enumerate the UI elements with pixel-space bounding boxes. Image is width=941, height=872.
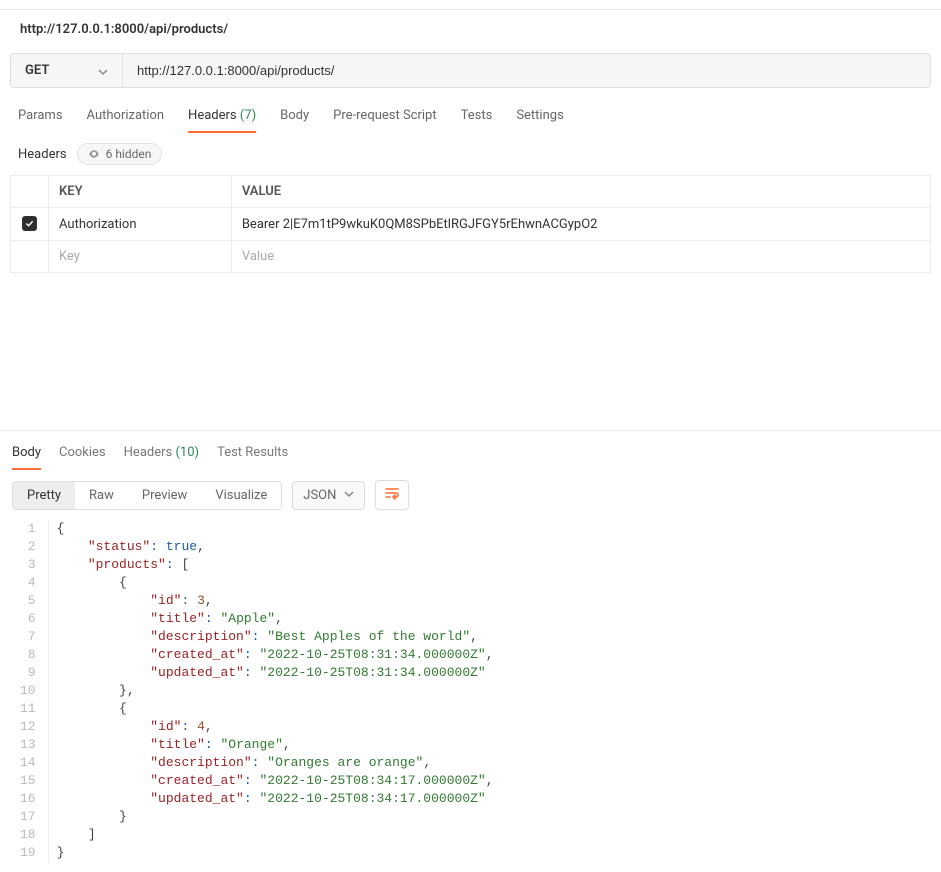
- line-numbers: 12345678910111213141516171819: [10, 520, 49, 862]
- header-value-cell[interactable]: Bearer 2|E7m1tP9wkuK0QM8SPbEtlRGJFGY5rEh…: [231, 208, 930, 241]
- row-checkbox-cell: [11, 208, 49, 241]
- tab-params[interactable]: Params: [18, 98, 63, 133]
- headers-label: Headers: [18, 147, 67, 162]
- tab-tests[interactable]: Tests: [461, 98, 493, 133]
- http-method-select[interactable]: GET: [11, 54, 123, 87]
- viewmode-visualize[interactable]: Visualize: [201, 482, 281, 509]
- header-key-cell[interactable]: Authorization: [49, 208, 232, 241]
- tab-body[interactable]: Body: [280, 98, 309, 133]
- http-method-value: GET: [25, 63, 49, 78]
- response-tabs: Body Cookies Headers (10) Test Results: [0, 431, 941, 470]
- headers-subheader: Headers 6 hidden: [0, 133, 941, 175]
- request-tabs: Params Authorization Headers (7) Body Pr…: [0, 98, 941, 133]
- response-body-viewer[interactable]: 12345678910111213141516171819 { "status"…: [0, 520, 941, 872]
- tab-headers-count: (7): [240, 108, 256, 123]
- header-key-placeholder[interactable]: Key: [49, 241, 232, 273]
- tab-response-headers[interactable]: Headers (10): [124, 441, 199, 470]
- request-url-input[interactable]: [123, 54, 930, 87]
- tab-authorization[interactable]: Authorization: [87, 98, 165, 133]
- col-value: VALUE: [231, 176, 930, 208]
- tab-response-test-results[interactable]: Test Results: [217, 441, 288, 470]
- col-checkbox: [11, 176, 49, 208]
- tab-headers-label: Headers: [188, 108, 237, 123]
- chevron-down-icon: [344, 488, 354, 503]
- request-response-divider: [0, 281, 941, 431]
- tab-response-body[interactable]: Body: [12, 441, 41, 470]
- tab-response-headers-count: (10): [175, 445, 199, 460]
- tab-response-headers-label: Headers: [124, 445, 173, 460]
- col-key: KEY: [49, 176, 232, 208]
- toggle-hidden-headers[interactable]: 6 hidden: [77, 143, 163, 165]
- request-title: http://127.0.0.1:8000/api/products/: [0, 10, 941, 49]
- hidden-headers-count: 6 hidden: [106, 147, 152, 161]
- header-value-placeholder[interactable]: Value: [231, 241, 930, 273]
- row-checkbox[interactable]: [22, 216, 37, 231]
- json-code: { "status": true, "products": [ { "id": …: [49, 520, 494, 862]
- tab-headers[interactable]: Headers (7): [188, 98, 256, 133]
- tab-pre-request-script[interactable]: Pre-request Script: [333, 98, 436, 133]
- tab-settings[interactable]: Settings: [516, 98, 563, 133]
- chevron-down-icon: [98, 66, 108, 76]
- viewmode-preview[interactable]: Preview: [128, 482, 201, 509]
- viewmode-pretty[interactable]: Pretty: [13, 482, 75, 509]
- wrap-icon: [384, 485, 400, 505]
- viewmode-raw[interactable]: Raw: [75, 482, 128, 509]
- table-row: Authorization Bearer 2|E7m1tP9wkuK0QM8SP…: [11, 208, 931, 241]
- wrap-lines-button[interactable]: [375, 480, 409, 510]
- eye-icon: [88, 148, 100, 160]
- table-row: Key Value: [11, 241, 931, 273]
- response-toolbar: Pretty Raw Preview Visualize JSON: [0, 470, 941, 520]
- response-format-select[interactable]: JSON: [292, 481, 365, 510]
- request-url-bar: GET: [10, 53, 931, 88]
- headers-table: KEY VALUE Authorization Bearer 2|E7m1tP9…: [10, 175, 931, 273]
- response-view-mode: Pretty Raw Preview Visualize: [12, 481, 282, 510]
- window-tabs-row: [0, 0, 941, 10]
- tab-response-cookies[interactable]: Cookies: [59, 441, 106, 470]
- response-format-value: JSON: [303, 488, 336, 503]
